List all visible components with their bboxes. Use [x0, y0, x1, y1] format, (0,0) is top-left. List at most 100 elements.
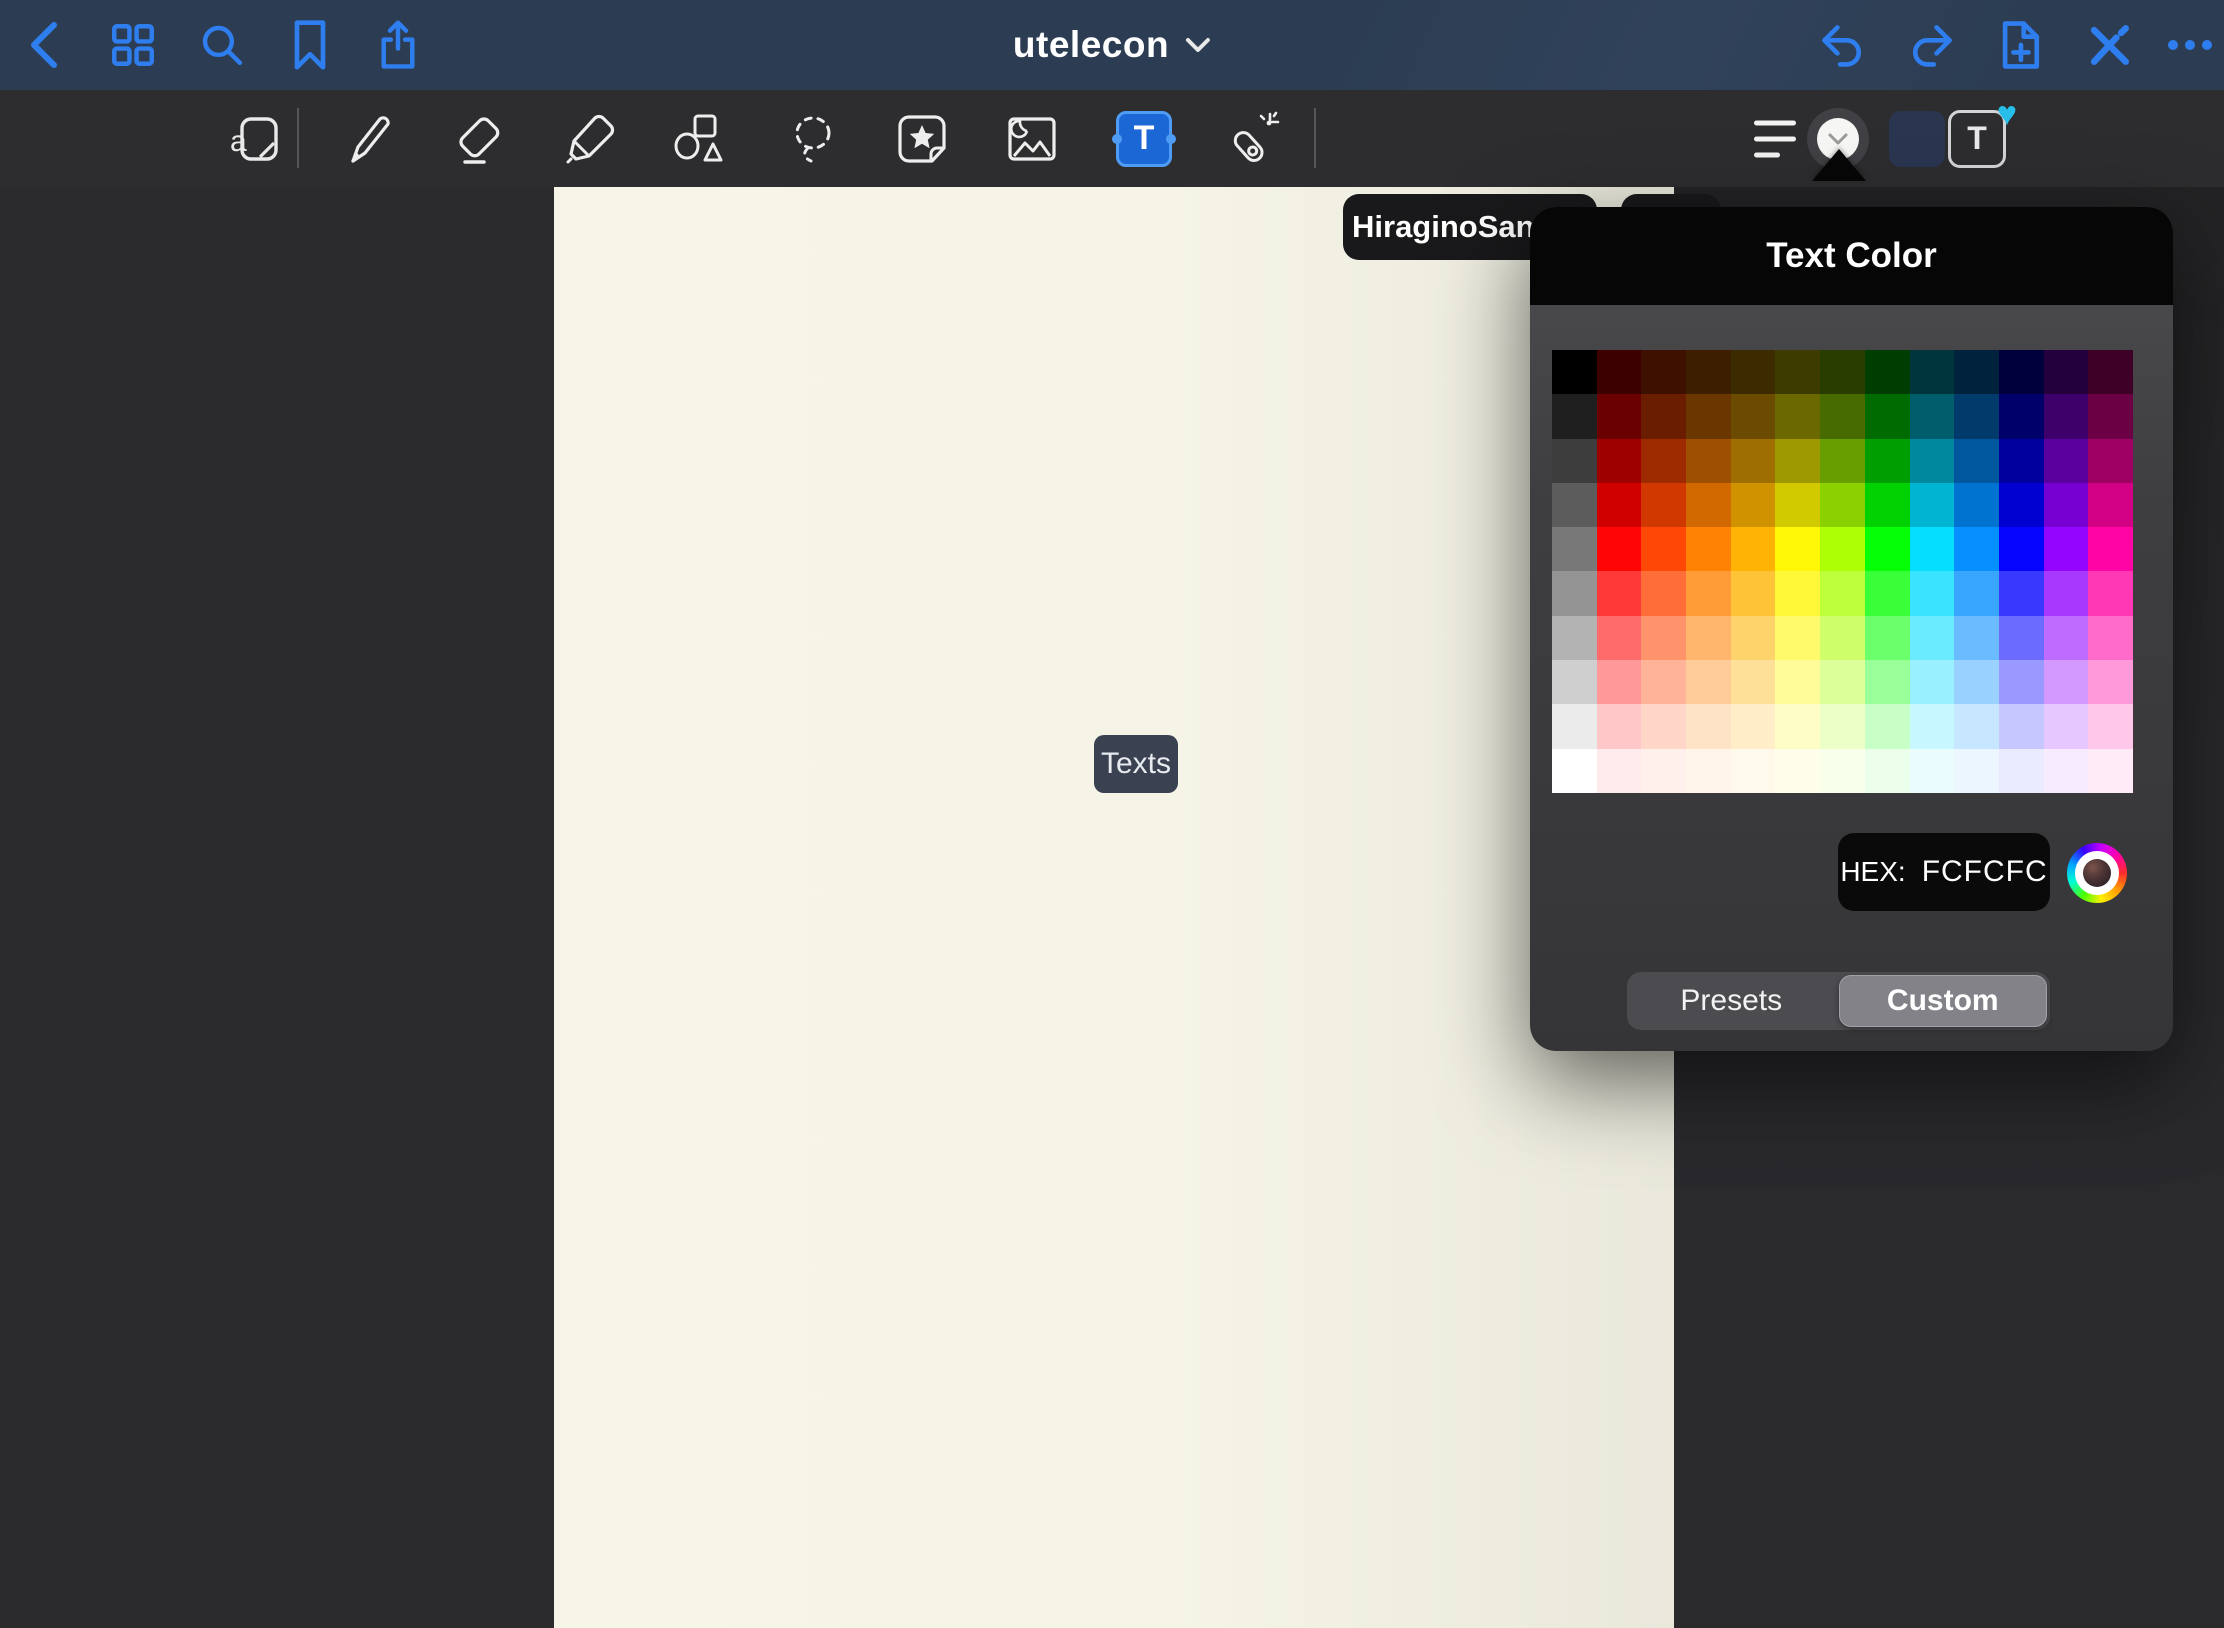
color-swatch[interactable] [1597, 394, 1642, 438]
canvas-text-object[interactable]: Texts [1094, 735, 1178, 793]
share-button[interactable] [370, 17, 426, 73]
color-swatch[interactable] [1820, 616, 1865, 660]
color-swatch[interactable] [1641, 350, 1686, 394]
zoom-window-tool[interactable]: a [227, 109, 287, 169]
color-swatch[interactable] [1910, 527, 1955, 571]
color-swatch[interactable] [1775, 571, 1820, 615]
color-swatch[interactable] [1686, 616, 1731, 660]
color-swatch[interactable] [1775, 439, 1820, 483]
color-swatch[interactable] [1597, 660, 1642, 704]
color-swatch[interactable] [1686, 350, 1731, 394]
color-swatch[interactable] [1910, 439, 1955, 483]
color-swatch[interactable] [1820, 483, 1865, 527]
color-swatch[interactable] [1597, 571, 1642, 615]
color-swatch[interactable] [1552, 660, 1597, 704]
color-swatch[interactable] [2044, 571, 2089, 615]
color-swatch[interactable] [1641, 483, 1686, 527]
color-swatch[interactable] [1731, 616, 1776, 660]
color-swatch[interactable] [2044, 704, 2089, 748]
color-swatch[interactable] [1597, 616, 1642, 660]
color-swatch[interactable] [2044, 527, 2089, 571]
color-swatch[interactable] [1865, 616, 1910, 660]
color-swatch[interactable] [2088, 616, 2133, 660]
add-page-button[interactable] [1992, 17, 2048, 73]
color-swatch[interactable] [1954, 749, 1999, 793]
color-swatch[interactable] [1999, 660, 2044, 704]
color-swatch[interactable] [1999, 483, 2044, 527]
color-swatch[interactable] [1910, 483, 1955, 527]
color-swatch[interactable] [1999, 394, 2044, 438]
color-swatch[interactable] [1552, 350, 1597, 394]
color-swatch[interactable] [2088, 749, 2133, 793]
color-swatch[interactable] [1686, 483, 1731, 527]
color-swatch[interactable] [2044, 483, 2089, 527]
color-swatch[interactable] [1775, 483, 1820, 527]
color-swatch[interactable] [1731, 527, 1776, 571]
color-swatch[interactable] [1865, 704, 1910, 748]
color-swatch[interactable] [1552, 394, 1597, 438]
document-title-button[interactable]: utelecon [1013, 24, 1211, 66]
color-swatch[interactable] [1686, 439, 1731, 483]
color-swatch[interactable] [1999, 350, 2044, 394]
stickers-tool[interactable] [892, 109, 952, 169]
color-swatch[interactable] [1686, 749, 1731, 793]
color-swatch[interactable] [1775, 350, 1820, 394]
color-swatch[interactable] [1910, 704, 1955, 748]
color-swatch[interactable] [1865, 749, 1910, 793]
pen-tool[interactable] [339, 109, 399, 169]
color-wheel-button[interactable] [2067, 843, 2127, 903]
bookmark-button[interactable] [282, 17, 338, 73]
color-swatch[interactable] [1865, 394, 1910, 438]
color-swatch[interactable] [2088, 394, 2133, 438]
color-swatch[interactable] [2044, 439, 2089, 483]
color-swatch[interactable] [1999, 704, 2044, 748]
color-swatch[interactable] [1641, 660, 1686, 704]
lasso-tool[interactable] [782, 109, 842, 169]
color-swatch[interactable] [1686, 660, 1731, 704]
color-swatch[interactable] [1910, 660, 1955, 704]
color-swatch[interactable] [2088, 571, 2133, 615]
color-swatch[interactable] [1552, 749, 1597, 793]
color-swatch[interactable] [1865, 660, 1910, 704]
color-swatch[interactable] [1641, 439, 1686, 483]
color-swatch[interactable] [1865, 483, 1910, 527]
color-swatch[interactable] [1954, 616, 1999, 660]
color-swatch[interactable] [2044, 350, 2089, 394]
color-swatch[interactable] [1641, 571, 1686, 615]
dimmed-swatch-button[interactable] [1889, 111, 1945, 167]
color-swatch[interactable] [1820, 394, 1865, 438]
color-swatch[interactable] [1597, 439, 1642, 483]
color-swatch[interactable] [1820, 439, 1865, 483]
tab-presets[interactable]: Presets [1627, 972, 1836, 1030]
redo-button[interactable] [1903, 17, 1959, 73]
color-swatch[interactable] [1865, 439, 1910, 483]
color-swatch[interactable] [1954, 439, 1999, 483]
more-options-button[interactable] [2162, 17, 2218, 73]
tab-custom[interactable]: Custom [1839, 975, 2048, 1027]
shapes-tool[interactable] [669, 109, 729, 169]
color-swatch[interactable] [1954, 350, 1999, 394]
color-swatch[interactable] [1731, 660, 1776, 704]
color-swatch[interactable] [1641, 749, 1686, 793]
color-swatch[interactable] [1820, 350, 1865, 394]
color-swatch[interactable] [2044, 616, 2089, 660]
color-swatch[interactable] [1910, 616, 1955, 660]
back-button[interactable] [16, 17, 72, 73]
color-swatch[interactable] [2088, 527, 2133, 571]
color-swatch[interactable] [1597, 350, 1642, 394]
color-swatch[interactable] [1641, 394, 1686, 438]
color-swatch[interactable] [1731, 704, 1776, 748]
color-swatch[interactable] [1865, 571, 1910, 615]
color-swatch[interactable] [1731, 483, 1776, 527]
color-swatch[interactable] [1641, 704, 1686, 748]
image-tool[interactable] [1002, 109, 1062, 169]
color-swatch[interactable] [1820, 660, 1865, 704]
color-swatch[interactable] [1775, 704, 1820, 748]
color-swatch[interactable] [1686, 704, 1731, 748]
color-swatch[interactable] [1954, 527, 1999, 571]
undo-button[interactable] [1815, 17, 1871, 73]
color-swatch[interactable] [1552, 571, 1597, 615]
color-swatch[interactable] [1686, 394, 1731, 438]
color-swatch[interactable] [1597, 704, 1642, 748]
color-swatch[interactable] [1910, 749, 1955, 793]
